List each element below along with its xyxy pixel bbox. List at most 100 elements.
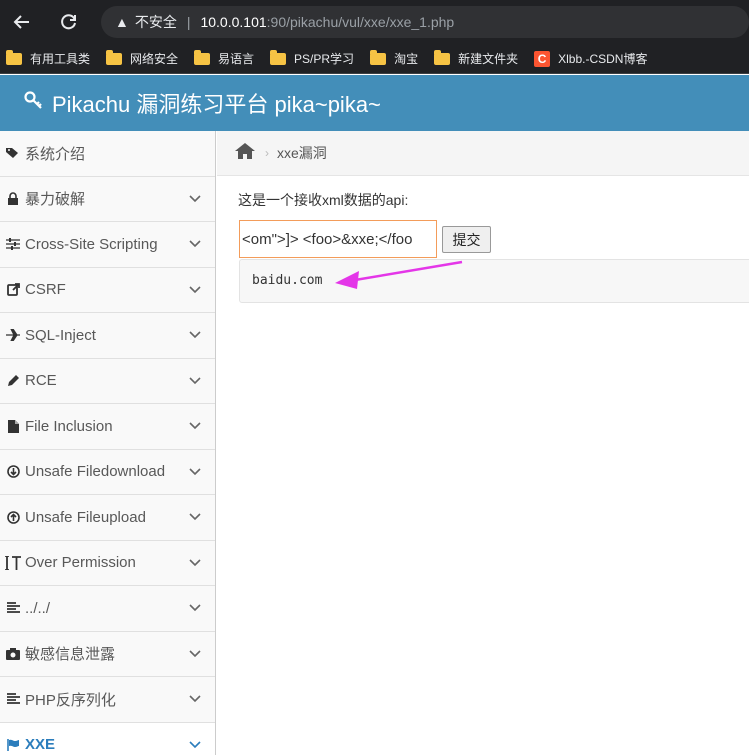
bookmark-item[interactable]: 易语言 bbox=[194, 49, 255, 67]
download-icon bbox=[4, 465, 22, 479]
warning-icon: ▲ bbox=[114, 14, 129, 30]
annotation-arrow bbox=[335, 260, 463, 289]
address-bar[interactable]: ▲ 不安全 | 10.0.0.101 :90/pikachu/vul/xxe/x… bbox=[100, 6, 749, 38]
sidebar-item-label: 系统介绍 bbox=[25, 145, 86, 163]
bookmark-label: Xlbb.-CSDN博客 bbox=[558, 52, 648, 66]
sidebar-item-label: File Inclusion bbox=[25, 417, 113, 435]
chevron-down-icon bbox=[189, 738, 201, 752]
home-icon[interactable] bbox=[235, 142, 255, 164]
breadcrumb-current: xxe漏洞 bbox=[277, 145, 327, 161]
chevron-down-icon bbox=[189, 601, 201, 615]
flag-icon bbox=[4, 738, 22, 751]
align-left-icon bbox=[4, 693, 22, 705]
sidebar-item-fileupload[interactable]: Unsafe Fileupload bbox=[0, 495, 215, 541]
bookmark-label: 网络安全 bbox=[130, 52, 179, 66]
chevron-down-icon bbox=[189, 647, 201, 661]
chevron-down-icon bbox=[189, 328, 201, 342]
reload-icon bbox=[61, 14, 77, 30]
chevron-down-icon bbox=[189, 419, 201, 433]
sidebar-item-label: Unsafe Filedownload bbox=[25, 463, 166, 481]
url-path: :90/pikachu/vul/xxe/xxe_1.php bbox=[266, 14, 455, 30]
sidebar-item-label: 暴力破解 bbox=[25, 191, 86, 209]
submit-button[interactable]: 提交 bbox=[442, 226, 491, 253]
folder-icon bbox=[6, 49, 22, 65]
sidebar-item-label: Cross-Site Scripting bbox=[25, 235, 158, 253]
sidebar-item-sqli[interactable]: SQL-Inject bbox=[0, 313, 215, 359]
bookmark-label: PS/PR学习 bbox=[294, 52, 355, 66]
address-separator: | bbox=[186, 14, 191, 30]
bookmark-label: 新建文件夹 bbox=[458, 52, 519, 66]
bookmarks-bar: 有用工具类 网络安全 易语言 PS/PR学习 淘宝 新建文件夹 C Xlbb.-C… bbox=[0, 44, 749, 74]
chevron-down-icon bbox=[189, 465, 201, 479]
chevron-down-icon bbox=[189, 510, 201, 524]
sidebar-item-label: ../../ bbox=[25, 599, 51, 617]
file-icon bbox=[4, 419, 22, 433]
csdn-icon: C bbox=[534, 50, 551, 67]
sidebar-item-label: SQL-Inject bbox=[25, 326, 96, 344]
browser-toolbar: ▲ 不安全 | 10.0.0.101 :90/pikachu/vul/xxe/x… bbox=[0, 0, 749, 44]
sidebar-item-label: CSRF bbox=[25, 281, 66, 299]
app-header: Pikachu 漏洞练习平台 pika~pika~ bbox=[0, 75, 749, 131]
lock-icon bbox=[4, 192, 22, 206]
breadcrumb-separator: › bbox=[265, 146, 269, 160]
folder-icon bbox=[434, 49, 451, 65]
sidebar-item-xss[interactable]: Cross-Site Scripting bbox=[0, 222, 215, 268]
sidebar-item-xxe[interactable]: XXE bbox=[0, 722, 215, 755]
reload-button[interactable] bbox=[55, 8, 82, 36]
app-title: Pikachu 漏洞练习平台 pika~pika~ bbox=[52, 92, 381, 117]
chevron-down-icon bbox=[189, 374, 201, 388]
camera-icon bbox=[4, 647, 22, 660]
sidebar-item-label: PHP反序列化 bbox=[25, 691, 116, 709]
sidebar-item-label: Over Permission bbox=[25, 554, 136, 572]
bookmark-item[interactable]: 网络安全 bbox=[106, 49, 179, 67]
bookmark-item[interactable]: 淘宝 bbox=[370, 49, 419, 67]
url-host: 10.0.0.101 bbox=[200, 14, 267, 30]
folder-icon bbox=[106, 49, 123, 65]
share-icon bbox=[4, 283, 22, 297]
back-button[interactable] bbox=[8, 8, 35, 36]
folder-icon bbox=[270, 49, 287, 65]
sidebar-item-bruteforce[interactable]: 暴力破解 bbox=[0, 176, 215, 222]
sidebar-item-label: XXE bbox=[25, 736, 56, 754]
folder-icon bbox=[194, 49, 211, 65]
folder-icon bbox=[370, 49, 387, 65]
arrow-left-icon bbox=[13, 15, 29, 29]
sidebar-item-csrf[interactable]: CSRF bbox=[0, 267, 215, 313]
breadcrumb: › xxe漏洞 bbox=[217, 131, 749, 176]
sidebar-item-label: Unsafe Fileupload bbox=[25, 508, 146, 526]
bookmark-item[interactable]: PS/PR学习 bbox=[270, 49, 355, 67]
sidebar-item-dir-traversal[interactable]: ../../ bbox=[0, 586, 215, 632]
sidebar-item-intro[interactable]: 系统介绍 bbox=[0, 131, 215, 177]
sidebar-item-info-leak[interactable]: 敏感信息泄露 bbox=[0, 631, 215, 677]
chevron-down-icon bbox=[189, 283, 201, 297]
sidebar: 系统介绍 暴力破解 Cross-Site Scripting CSRF SQL-… bbox=[0, 131, 216, 755]
sidebar-item-rce[interactable]: RCE bbox=[0, 358, 215, 404]
bookmark-label: 有用工具类 bbox=[30, 52, 91, 66]
tags-icon bbox=[4, 147, 22, 159]
bookmark-label: 易语言 bbox=[218, 52, 255, 66]
chevron-down-icon bbox=[189, 237, 201, 251]
pencil-icon bbox=[4, 374, 22, 387]
xml-input[interactable] bbox=[239, 220, 437, 258]
api-description: 这是一个接收xml数据的api: bbox=[238, 192, 409, 208]
sidebar-item-over-permission[interactable]: Over Permission bbox=[0, 540, 215, 586]
bookmark-label: 淘宝 bbox=[394, 52, 419, 66]
sidebar-item-label: RCE bbox=[25, 372, 57, 390]
bookmark-item[interactable]: C Xlbb.-CSDN博客 bbox=[534, 50, 647, 67]
text-height-icon bbox=[4, 555, 22, 570]
key-icon bbox=[24, 90, 44, 116]
sliders-icon bbox=[4, 238, 22, 251]
plane-icon bbox=[4, 329, 22, 342]
bookmark-item[interactable]: 有用工具类 bbox=[6, 49, 91, 67]
sidebar-item-filedownload[interactable]: Unsafe Filedownload bbox=[0, 449, 215, 495]
upload-icon bbox=[4, 510, 22, 524]
bookmark-item[interactable]: 新建文件夹 bbox=[434, 49, 519, 67]
main-content: 这是一个接收xml数据的api: 提交 baidu.com bbox=[217, 176, 749, 755]
result-text: baidu.com bbox=[252, 273, 323, 288]
result-box: baidu.com bbox=[239, 259, 749, 303]
chevron-down-icon bbox=[189, 692, 201, 706]
sidebar-item-file-inclusion[interactable]: File Inclusion bbox=[0, 404, 215, 450]
align-left-icon bbox=[4, 602, 22, 614]
sidebar-item-php-unserialize[interactable]: PHP反序列化 bbox=[0, 677, 215, 723]
chevron-down-icon bbox=[189, 192, 201, 206]
